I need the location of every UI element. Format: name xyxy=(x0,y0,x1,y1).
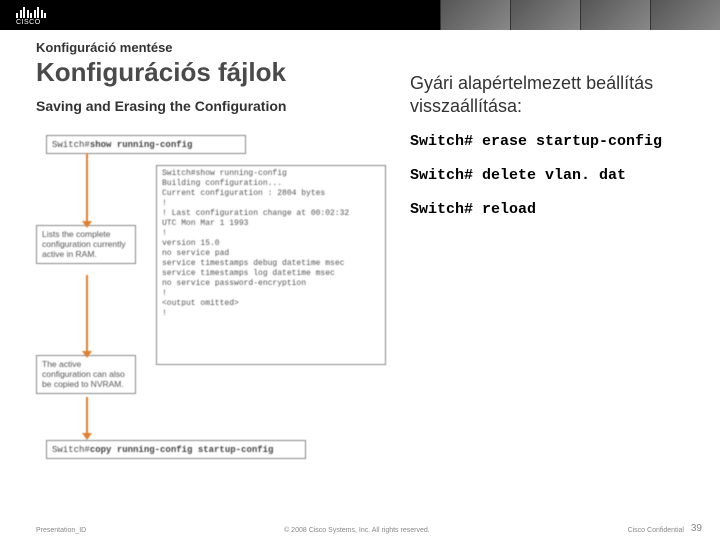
footer: Presentation_ID © 2008 Cisco Systems, In… xyxy=(0,527,720,534)
right-title: Gyári alapértelmezett beállítás visszaál… xyxy=(410,72,690,117)
footer-left: Presentation_ID xyxy=(36,527,86,534)
slide-subtitle: Konfiguráció mentése xyxy=(36,40,684,55)
footer-center: © 2008 Cisco Systems, Inc. All rights re… xyxy=(284,527,430,534)
cisco-logo: CISCO xyxy=(16,4,46,26)
arrow-head-1 xyxy=(82,221,92,228)
desc-box-1: Lists the complete configuration current… xyxy=(36,225,136,264)
arrow-head-3 xyxy=(82,433,92,440)
logo-text: CISCO xyxy=(16,19,46,26)
cmd-delete: Switch# delete vlan. dat xyxy=(410,167,690,185)
arrow-3 xyxy=(86,397,88,435)
arrow-2 xyxy=(86,275,88,353)
arrow-head-2 xyxy=(82,351,92,358)
diagram: Switch#show running-config Switch#show r… xyxy=(36,135,396,465)
banner-images xyxy=(440,0,720,30)
top-banner: CISCO xyxy=(0,0,720,30)
desc-box-2: The active configuration can also be cop… xyxy=(36,355,136,394)
cmd-box-1: Switch#show running-config xyxy=(46,135,246,154)
page-number: 39 xyxy=(691,523,702,534)
cmd-erase: Switch# erase startup-config xyxy=(410,133,690,151)
cmd-box-2: Switch#copy running-config startup-confi… xyxy=(46,440,306,459)
output-box: Switch#show running-config Building conf… xyxy=(156,165,386,365)
cmd-reload: Switch# reload xyxy=(410,201,690,219)
arrow-1 xyxy=(86,153,88,223)
footer-right: Cisco Confidential xyxy=(628,527,684,534)
